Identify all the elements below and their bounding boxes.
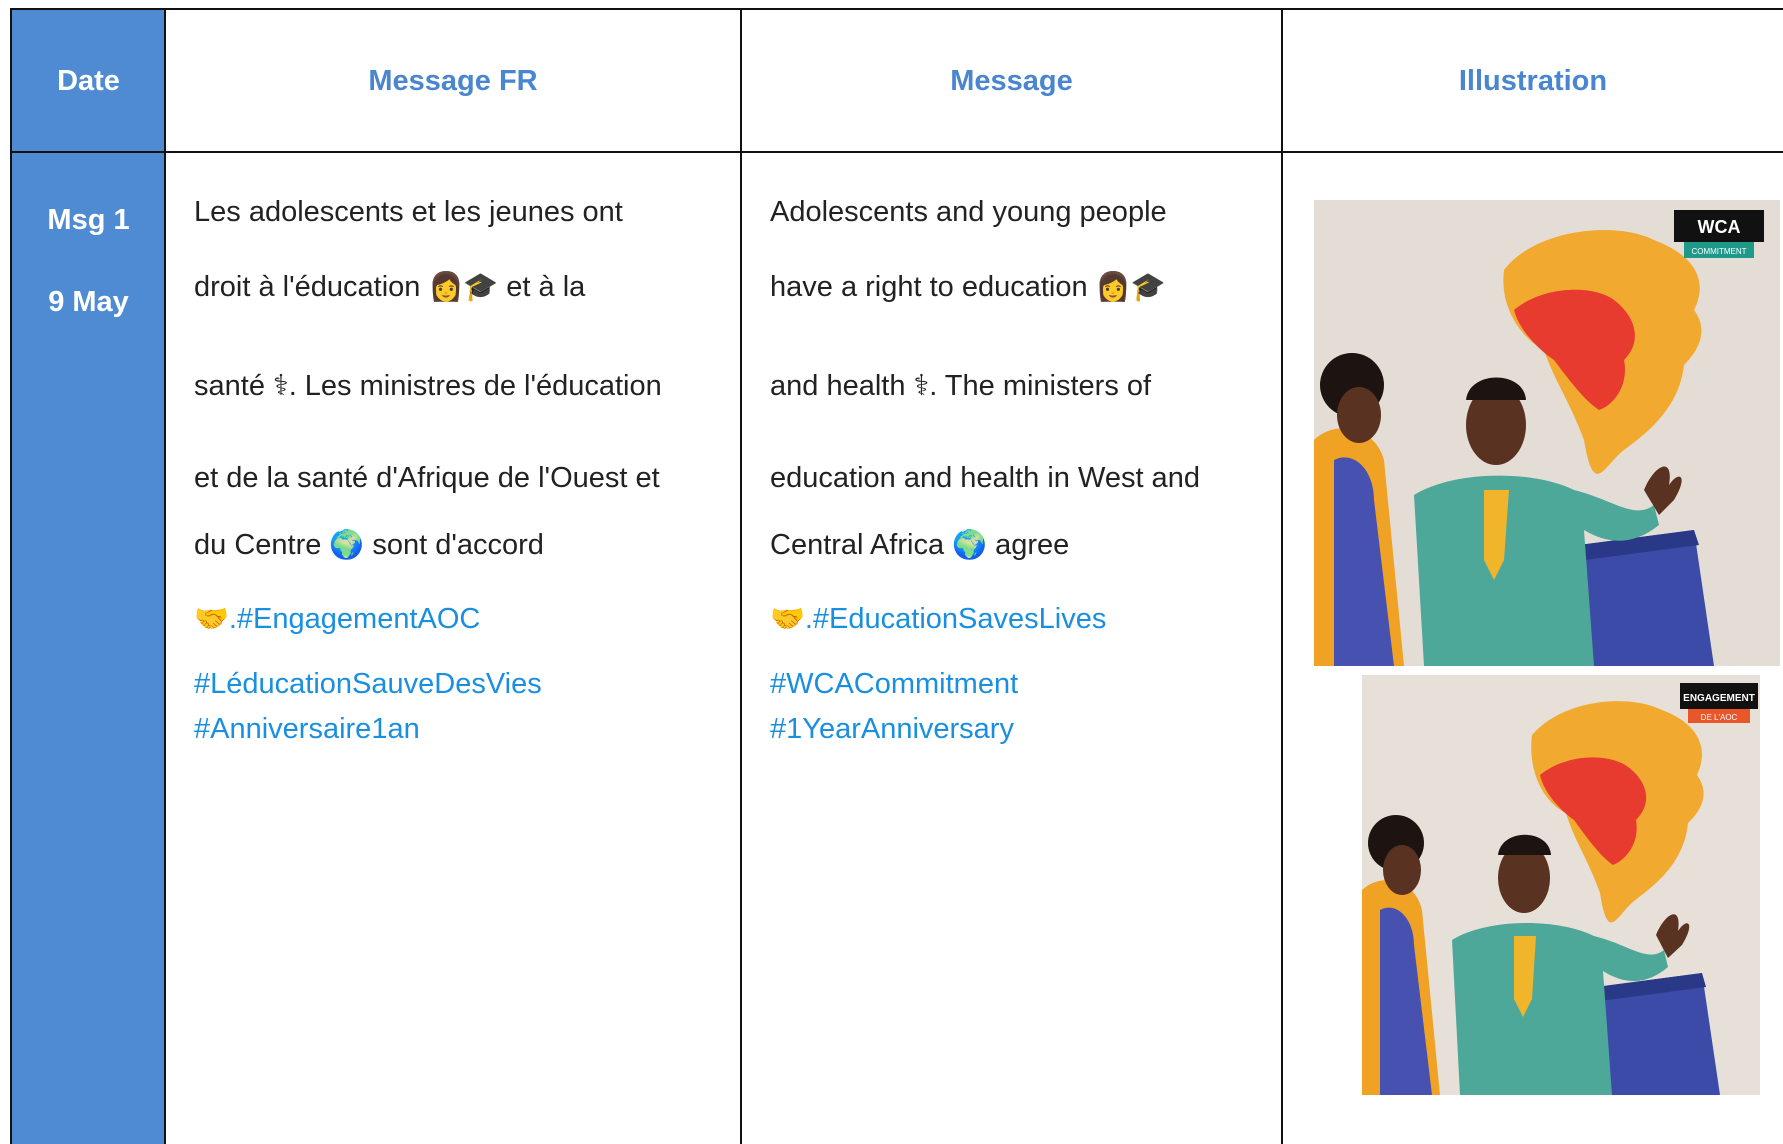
en-line-5-text: Central Africa bbox=[770, 529, 945, 561]
fr-line-2-text: droit à l'éducation bbox=[194, 271, 421, 303]
handshake-emoji-icon: 🤝 bbox=[194, 603, 229, 634]
hashtag-link[interactable]: .#EngagementAOC bbox=[229, 603, 480, 635]
en-line-2-text: have a right to education bbox=[770, 271, 1088, 303]
hashtag-link[interactable]: .#EducationSavesLives bbox=[805, 603, 1106, 635]
illustration-image-bottom: ENGAGEMENT DE L'AOC bbox=[1362, 675, 1760, 1095]
badge-text: WCA bbox=[1698, 217, 1741, 237]
message-number: Msg 1 bbox=[47, 204, 130, 236]
fr-line-5-tail: sont d'accord bbox=[372, 529, 544, 561]
column-divider bbox=[1281, 8, 1283, 1144]
speaker-africa-illustration: WCA COMMITMENT bbox=[1314, 200, 1780, 666]
column-divider bbox=[164, 8, 166, 1144]
header-date: Date bbox=[57, 64, 120, 97]
fr-line-1: Les adolescents et les jeunes ont bbox=[194, 196, 623, 228]
date-column bbox=[12, 10, 165, 1144]
en-line-2: have a right to education 👩🎓 bbox=[770, 270, 1165, 304]
hashtag-link[interactable]: #Anniversaire1an bbox=[194, 713, 420, 746]
globe-emoji-icon: 🌍 bbox=[329, 529, 365, 560]
header-message-fr: Message FR bbox=[368, 64, 538, 97]
message-date: 9 May bbox=[48, 286, 129, 318]
en-line-3: and health ⚕. The ministers of bbox=[770, 370, 1152, 402]
badge-subtext: COMMITMENT bbox=[1691, 247, 1746, 256]
fr-line-4: et de la santé d'Afrique de l'Ouest et bbox=[194, 462, 660, 494]
header-illustration: Illustration bbox=[1458, 64, 1608, 97]
message-table: Date Message FR Message Illustration Msg… bbox=[0, 0, 1783, 1144]
header-message: Message bbox=[950, 64, 1073, 97]
badge-subtext: DE L'AOC bbox=[1701, 713, 1738, 722]
speaker-africa-illustration: ENGAGEMENT DE L'AOC bbox=[1362, 675, 1760, 1095]
hashtag-link[interactable]: #LéducationSauveDesVies bbox=[194, 668, 542, 701]
column-divider bbox=[740, 8, 742, 1144]
fr-line-3: santé ⚕. Les ministres de l'éducation bbox=[194, 370, 662, 402]
fr-hashtag-line-1: 🤝.#EngagementAOC bbox=[194, 602, 480, 636]
en-hashtag-line-1: 🤝.#EducationSavesLives bbox=[770, 602, 1106, 636]
illustration-image-top: WCA COMMITMENT bbox=[1314, 200, 1780, 666]
badge-text: ENGAGEMENT bbox=[1683, 693, 1755, 704]
table-left-border bbox=[10, 8, 12, 1144]
hashtag-link[interactable]: #1YearAnniversary bbox=[770, 713, 1014, 746]
en-line-5: Central Africa 🌍 agree bbox=[770, 528, 1069, 562]
en-line-4: education and health in West and bbox=[770, 462, 1200, 494]
student-emoji-icon: 👩🎓 bbox=[1095, 271, 1166, 302]
en-line-1: Adolescents and young people bbox=[770, 196, 1167, 228]
globe-emoji-icon: 🌍 bbox=[952, 529, 988, 560]
en-line-5-tail: agree bbox=[995, 529, 1070, 561]
hashtag-link[interactable]: #WCACommitment bbox=[770, 668, 1018, 701]
fr-line-2: droit à l'éducation 👩🎓 et à la bbox=[194, 270, 585, 304]
fr-line-5-text: du Centre bbox=[194, 529, 322, 561]
handshake-emoji-icon: 🤝 bbox=[770, 603, 805, 634]
student-emoji-icon: 👩🎓 bbox=[428, 271, 499, 302]
fr-line-2-tail: et à la bbox=[506, 271, 586, 303]
fr-line-5: du Centre 🌍 sont d'accord bbox=[194, 528, 544, 562]
